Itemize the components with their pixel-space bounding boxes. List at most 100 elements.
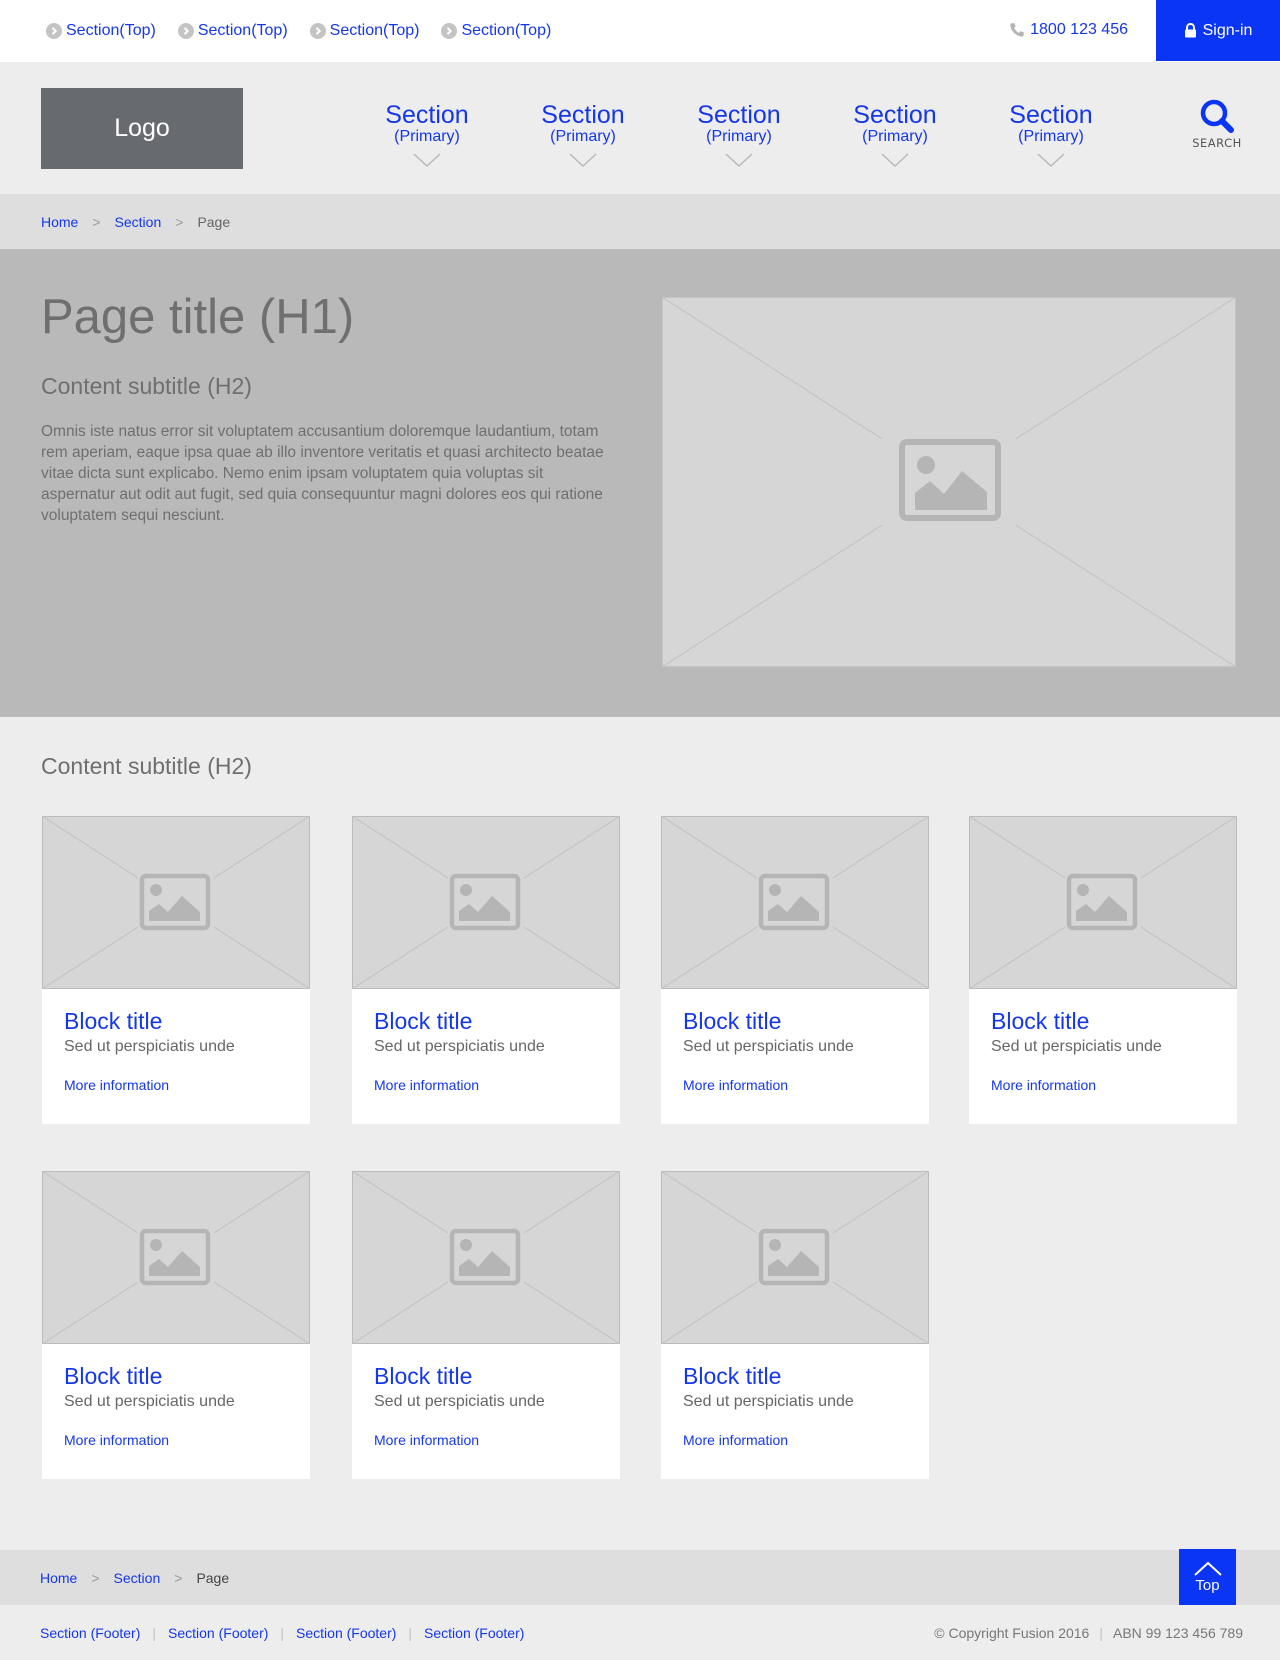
content-card-4[interactable]: Block title Sed ut perspiciatis unde Mor… [969, 816, 1237, 1124]
more-information-link[interactable]: More information [64, 1432, 169, 1448]
search-icon [1200, 99, 1234, 133]
hero-banner: Page title (H1) Content subtitle (H2) Om… [0, 249, 1280, 717]
nav-item-3[interactable]: Section (Primary) [661, 102, 817, 168]
content-card-5[interactable]: Block title Sed ut perspiciatis unde Mor… [42, 1171, 310, 1479]
footer-breadcrumb: Home > Section > Page [0, 1550, 1280, 1605]
image-placeholder-icon [352, 1171, 620, 1344]
image-placeholder-icon [661, 816, 929, 989]
back-to-top-button[interactable]: Top [1179, 1549, 1236, 1606]
image-placeholder-icon [969, 816, 1237, 989]
card-title: Block title [991, 1008, 1090, 1034]
card-text: Sed ut perspiciatis unde [683, 1393, 854, 1410]
nav-item-sublabel: (Primary) [706, 128, 772, 145]
breadcrumb-current-page: Page [197, 214, 231, 230]
breadcrumb-separator: > [174, 1570, 183, 1586]
chevron-down-icon [569, 153, 597, 168]
chevron-down-icon [1037, 153, 1065, 168]
content-card-1[interactable]: Block title Sed ut perspiciatis unde Mor… [42, 816, 310, 1124]
top-link-label: Section(Top) [329, 22, 420, 39]
breadcrumb-section[interactable]: Section [114, 1570, 161, 1586]
copyright-text: © Copyright Fusion 2016 [934, 1625, 1090, 1641]
nav-item-sublabel: (Primary) [1018, 128, 1084, 145]
primary-nav: Section (Primary) Section (Primary) Sect… [349, 102, 1129, 168]
nav-item-label: Section [697, 101, 781, 129]
nav-item-label: Section [1009, 101, 1093, 129]
sign-in-button[interactable]: Sign-in [1156, 0, 1280, 61]
card-title: Block title [374, 1363, 473, 1389]
breadcrumb-separator: > [92, 214, 101, 230]
image-placeholder-icon [352, 816, 620, 989]
nav-item-sublabel: (Primary) [862, 128, 928, 145]
phone-number: 1800 123 456 [1030, 21, 1128, 38]
top-bar: Section(Top) Section(Top) Section(Top) S… [0, 0, 1280, 62]
image-placeholder-icon [662, 297, 1236, 667]
chevron-right-circle-icon [441, 23, 458, 39]
card-title: Block title [683, 1008, 782, 1034]
more-information-link[interactable]: More information [374, 1432, 479, 1448]
main-header: Logo Section (Primary) Section (Primary)… [0, 62, 1280, 194]
image-placeholder-icon [42, 1171, 310, 1344]
card-text: Sed ut perspiciatis unde [991, 1038, 1162, 1055]
content-card-6[interactable]: Block title Sed ut perspiciatis unde Mor… [352, 1171, 620, 1479]
image-placeholder-icon [42, 816, 310, 989]
card-text: Sed ut perspiciatis unde [374, 1038, 545, 1055]
chevron-down-icon [413, 153, 441, 168]
footer-link-1[interactable]: Section (Footer) [40, 1625, 140, 1641]
copyright-info: © Copyright Fusion 2016 | ABN 99 123 456… [934, 1625, 1243, 1641]
more-information-link[interactable]: More information [683, 1077, 788, 1093]
card-title: Block title [374, 1008, 473, 1034]
breadcrumb-section[interactable]: Section [115, 214, 162, 230]
card-title: Block title [683, 1363, 782, 1389]
breadcrumb-home[interactable]: Home [40, 1570, 77, 1586]
nav-item-4[interactable]: Section (Primary) [817, 102, 973, 168]
nav-item-label: Section [853, 101, 937, 129]
breadcrumb-current-page: Page [196, 1570, 230, 1586]
footer-link-3[interactable]: Section (Footer) [296, 1625, 396, 1641]
card-text: Sed ut perspiciatis unde [374, 1393, 545, 1410]
top-link-1[interactable]: Section(Top) [46, 22, 156, 40]
breadcrumb-separator: > [175, 214, 184, 230]
card-title: Block title [64, 1008, 163, 1034]
phone-icon [1010, 23, 1024, 37]
footer-separator: | [280, 1625, 285, 1641]
sign-in-label: Sign-in [1202, 21, 1253, 39]
more-information-link[interactable]: More information [374, 1077, 479, 1093]
image-placeholder-icon [661, 1171, 929, 1344]
footer-separator: | [408, 1625, 413, 1641]
logo[interactable]: Logo [41, 88, 243, 169]
footer-separator: | [152, 1625, 157, 1641]
top-link-label: Section(Top) [461, 22, 552, 39]
footer-separator: | [1099, 1625, 1103, 1641]
content-card-2[interactable]: Block title Sed ut perspiciatis unde Mor… [352, 816, 620, 1124]
footer: Section (Footer) | Section (Footer) | Se… [0, 1605, 1280, 1660]
breadcrumb: Home > Section > Page [0, 194, 1280, 249]
footer-links: Section (Footer) | Section (Footer) | Se… [40, 1625, 524, 1641]
more-information-link[interactable]: More information [683, 1432, 788, 1448]
content-card-3[interactable]: Block title Sed ut perspiciatis unde Mor… [661, 816, 929, 1124]
breadcrumb-home[interactable]: Home [41, 214, 78, 230]
nav-item-sublabel: (Primary) [394, 128, 460, 145]
card-title: Block title [64, 1363, 163, 1389]
top-link-label: Section(Top) [197, 22, 288, 39]
hero-body-text: Omnis iste natus error sit voluptatem ac… [41, 423, 604, 524]
page-title: Page title (H1) [41, 290, 355, 344]
breadcrumb-separator: > [91, 1570, 100, 1586]
nav-item-2[interactable]: Section (Primary) [505, 102, 661, 168]
more-information-link[interactable]: More information [991, 1077, 1096, 1093]
nav-item-sublabel: (Primary) [550, 128, 616, 145]
top-link-4[interactable]: Section(Top) [441, 22, 551, 40]
nav-item-1[interactable]: Section (Primary) [349, 102, 505, 168]
search-button[interactable]: SEARCH [1192, 98, 1242, 150]
content-card-7[interactable]: Block title Sed ut perspiciatis unde Mor… [661, 1171, 929, 1479]
footer-link-2[interactable]: Section (Footer) [168, 1625, 268, 1641]
more-information-link[interactable]: More information [64, 1077, 169, 1093]
nav-item-5[interactable]: Section (Primary) [973, 102, 1129, 168]
phone-link[interactable]: 1800 123 456 [1009, 21, 1128, 39]
card-text: Sed ut perspiciatis unde [64, 1393, 235, 1410]
logo-text: Logo [114, 114, 170, 142]
top-link-3[interactable]: Section(Top) [309, 22, 420, 40]
lock-icon [1184, 23, 1196, 38]
footer-link-4[interactable]: Section (Footer) [424, 1625, 524, 1641]
card-text: Sed ut perspiciatis unde [683, 1038, 854, 1055]
top-link-2[interactable]: Section(Top) [177, 22, 288, 40]
